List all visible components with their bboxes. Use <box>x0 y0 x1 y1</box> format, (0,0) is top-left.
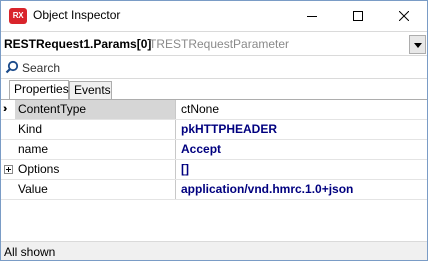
plus-box-icon[interactable] <box>4 165 13 174</box>
property-value[interactable]: pkHTTPHEADER <box>177 120 427 139</box>
property-row-options[interactable]: Options [] <box>1 160 427 180</box>
row-gutter <box>1 120 15 139</box>
property-value[interactable]: application/vnd.hmrc.1.0+json <box>177 180 427 199</box>
search-bar <box>1 57 427 79</box>
property-row-name[interactable]: name Accept <box>1 140 427 160</box>
close-button[interactable] <box>381 1 427 31</box>
status-bar: All shown <box>1 241 427 260</box>
row-gutter <box>1 180 15 199</box>
object-type: TRESTRequestParameter <box>149 37 290 51</box>
status-text: All shown <box>4 245 56 259</box>
property-name: name <box>15 140 176 159</box>
app-logo-icon: RX <box>9 8 27 24</box>
row-gutter: ›› <box>1 100 15 119</box>
close-icon <box>399 11 409 21</box>
property-name: ContentType <box>15 100 176 119</box>
tab-properties[interactable]: Properties <box>9 80 69 99</box>
tab-events[interactable]: Events <box>69 81 112 99</box>
window-title: Object Inspector <box>33 8 121 22</box>
minimize-button[interactable] <box>289 1 335 31</box>
object-selector[interactable]: RESTRequest1.Params[0] TRESTRequestParam… <box>1 31 427 56</box>
property-value[interactable]: Accept <box>177 140 427 159</box>
property-name: Value <box>15 180 176 199</box>
property-row-value[interactable]: Value application/vnd.hmrc.1.0+json <box>1 180 427 200</box>
title-bar: RX Object Inspector <box>1 1 427 31</box>
row-gutter <box>1 140 15 159</box>
search-icon <box>5 60 19 74</box>
property-name: Kind <box>15 120 176 139</box>
object-name: RESTRequest1.Params[0] <box>4 37 152 51</box>
tab-bar: Properties Events <box>1 79 427 99</box>
selected-row-arrow-icon: ›› <box>3 103 8 115</box>
property-value[interactable]: [] <box>177 160 427 179</box>
property-row-contenttype[interactable]: ›› ContentType ctNone <box>1 100 427 120</box>
property-name: Options <box>15 160 176 179</box>
object-selector-dropdown-button[interactable] <box>409 35 426 54</box>
row-gutter <box>1 160 15 179</box>
property-value[interactable]: ctNone <box>177 100 427 119</box>
search-input[interactable] <box>22 59 412 77</box>
property-grid: ›› ContentType ctNone Kind pkHTTPHEADER … <box>1 99 427 239</box>
object-inspector-window: RX Object Inspector RESTRequest1.Params[… <box>0 0 428 261</box>
maximize-button[interactable] <box>335 1 381 31</box>
property-row-kind[interactable]: Kind pkHTTPHEADER <box>1 120 427 140</box>
